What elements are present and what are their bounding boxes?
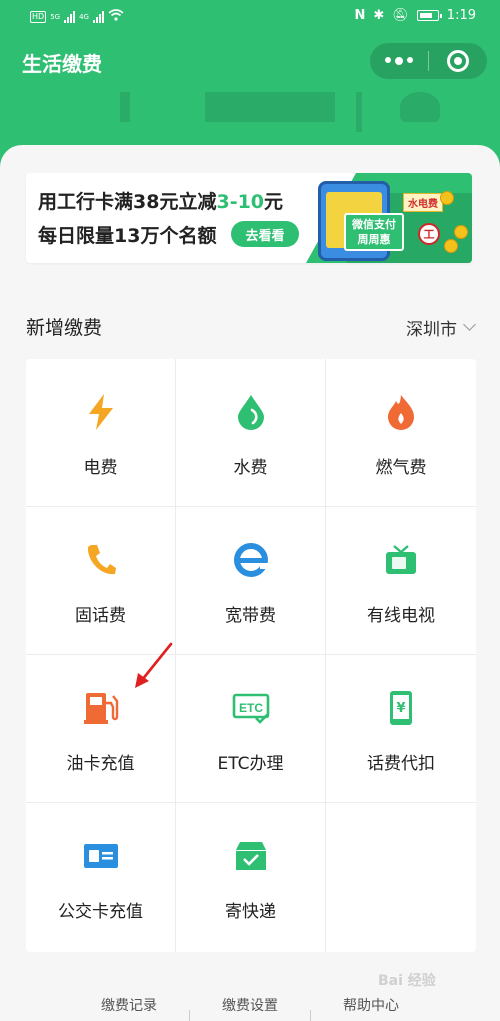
- etc-icon: ETC: [232, 689, 270, 727]
- close-miniprogram-button[interactable]: [429, 50, 487, 72]
- service-label: 宽带费: [225, 606, 276, 626]
- service-label: 话费代扣: [367, 754, 435, 774]
- header-decoration: [400, 92, 440, 122]
- service-label: 燃气费: [375, 458, 427, 478]
- mobile-yen-icon: ¥: [382, 689, 420, 727]
- service-label: 油卡充值: [66, 754, 135, 774]
- coin-icon: [440, 191, 454, 205]
- tv-icon: [382, 541, 420, 579]
- broadband-e-icon: [232, 541, 270, 579]
- status-bar: HD 5G 4G N ✱ 🔕︎ 1:19: [0, 0, 500, 32]
- service-grid: 电费 水费 燃气费 固话费 宽带费 有线电视 油卡充值 ETC ETC办理 ¥ …: [26, 359, 476, 952]
- status-right: N ✱ 🔕︎ 1:19: [354, 8, 476, 23]
- utility-tag: 水电费: [403, 193, 443, 212]
- bluetooth-icon: ✱: [373, 8, 385, 23]
- annotation-arrow: [135, 642, 173, 688]
- city-label: 深圳市: [406, 320, 457, 340]
- empty-cell: [326, 803, 476, 952]
- banner-subline: 每日限量13万个名额: [38, 225, 217, 247]
- lightning-icon: [82, 393, 120, 431]
- hd-badge: HD: [30, 10, 47, 23]
- service-electricity[interactable]: 电费: [26, 359, 176, 507]
- header-decoration: [205, 92, 335, 122]
- wechat-pay-label: 微信支付 周周惠: [344, 213, 404, 251]
- flame-icon: [382, 393, 420, 431]
- footer-link-records[interactable]: 缴费记录: [69, 995, 189, 1021]
- nfc-icon: N: [354, 8, 366, 23]
- wifi-icon: [108, 9, 124, 24]
- banner-text-a: 用工行卡满: [38, 191, 134, 213]
- gas-pump-icon: [82, 689, 120, 727]
- service-cable-tv[interactable]: 有线电视: [326, 507, 476, 655]
- service-bus-card[interactable]: 公交卡充值: [26, 803, 176, 952]
- parcel-icon: [232, 837, 270, 875]
- coin-icon: [454, 225, 468, 239]
- service-label: 寄快递: [225, 902, 276, 922]
- target-icon: [447, 50, 469, 72]
- status-left: HD 5G 4G: [30, 9, 124, 24]
- battery-icon: [416, 10, 442, 21]
- service-label: 水费: [233, 458, 268, 478]
- footer-link-help[interactable]: 帮助中心: [311, 995, 431, 1021]
- header-decoration: [356, 92, 362, 132]
- content-panel: 用工行卡满38元立减3-10元 每日限量13万个名额 去看看 微信支付 周周惠 水…: [0, 145, 500, 1021]
- page-title: 生活缴费: [22, 52, 102, 76]
- service-express[interactable]: 寄快递: [176, 803, 326, 952]
- svg-text:¥: ¥: [396, 701, 405, 716]
- city-selector[interactable]: 深圳市: [406, 315, 476, 340]
- footer-links: 缴费记录 缴费设置 帮助中心: [0, 995, 500, 1021]
- water-drop-icon: [232, 393, 270, 431]
- service-gas[interactable]: 燃气费: [326, 359, 476, 507]
- phone-icon: [82, 541, 120, 579]
- service-landline[interactable]: 固话费: [26, 507, 176, 655]
- service-etc[interactable]: ETC ETC办理: [176, 655, 326, 803]
- chevron-down-icon: [463, 318, 476, 331]
- clock: 1:19: [446, 8, 476, 23]
- net-5g-label: 5G: [50, 12, 61, 21]
- banner-highlight: 3-10: [216, 191, 265, 213]
- signal-icon: [64, 10, 76, 23]
- banner-headline: 用工行卡满38元立减3-10元: [38, 187, 283, 214]
- signal-icon-2: [92, 10, 104, 23]
- bus-card-icon: [82, 837, 120, 875]
- banner-text-c: 元: [264, 191, 284, 213]
- net-4g-label: 4G: [79, 12, 89, 21]
- promo-banner[interactable]: 用工行卡满38元立减3-10元 每日限量13万个名额 去看看 微信支付 周周惠 水…: [26, 173, 472, 263]
- section-title: 新增缴费: [26, 317, 103, 339]
- svg-text:ETC: ETC: [239, 701, 263, 715]
- service-label: 公交卡充值: [58, 902, 143, 922]
- service-label: ETC办理: [217, 754, 284, 774]
- baidu-watermark: Bai 经验: [378, 973, 436, 989]
- coin-icon: [444, 239, 458, 253]
- service-label: 电费: [83, 458, 118, 478]
- service-label: 有线电视: [367, 606, 435, 626]
- pay-label-line1: 微信支付: [352, 218, 396, 231]
- footer-link-settings[interactable]: 缴费设置: [190, 995, 310, 1021]
- icbc-logo-icon: 工: [418, 223, 440, 245]
- more-menu-button[interactable]: [370, 57, 428, 65]
- mute-icon: 🔕︎: [392, 8, 409, 23]
- header-decoration: [120, 92, 130, 122]
- banner-text-b: 38元立减: [133, 191, 217, 213]
- miniprogram-capsule: [370, 43, 487, 79]
- pay-label-line2: 周周惠: [357, 233, 391, 246]
- service-label: 固话费: [75, 606, 126, 626]
- service-broadband[interactable]: 宽带费: [176, 507, 326, 655]
- service-phone-autopay[interactable]: ¥ 话费代扣: [326, 655, 476, 803]
- service-water[interactable]: 水费: [176, 359, 326, 507]
